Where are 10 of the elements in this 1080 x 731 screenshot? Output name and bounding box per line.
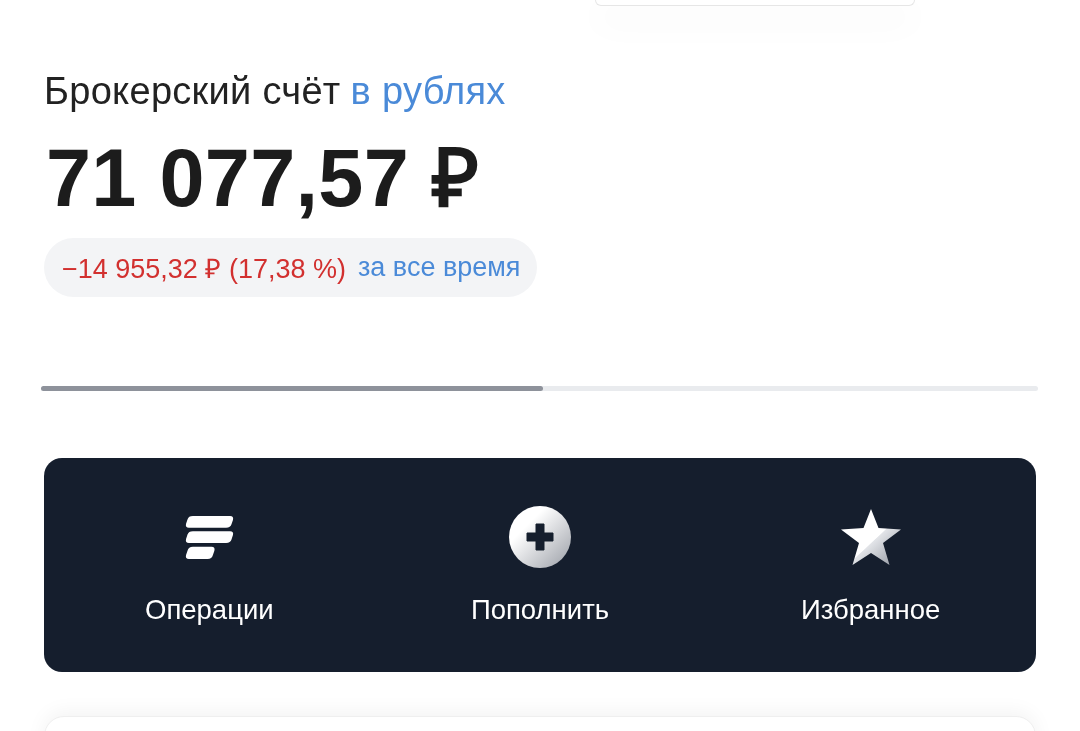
currency-link[interactable]: в рублях: [350, 69, 506, 113]
star-icon: [839, 508, 902, 566]
plus-circle-icon: [509, 506, 571, 568]
lines-icon: [184, 515, 234, 559]
change-amount: −14 955,32 ₽ (17,38 %): [62, 253, 346, 286]
balance-amount: 71 077,57 ₽: [46, 133, 480, 223]
account-title: Брокерский счёт: [44, 69, 341, 113]
action-button[interactable]: Избранное: [800, 506, 941, 626]
action-button[interactable]: Операции: [145, 506, 274, 626]
action-button[interactable]: Пополнить: [470, 506, 610, 626]
